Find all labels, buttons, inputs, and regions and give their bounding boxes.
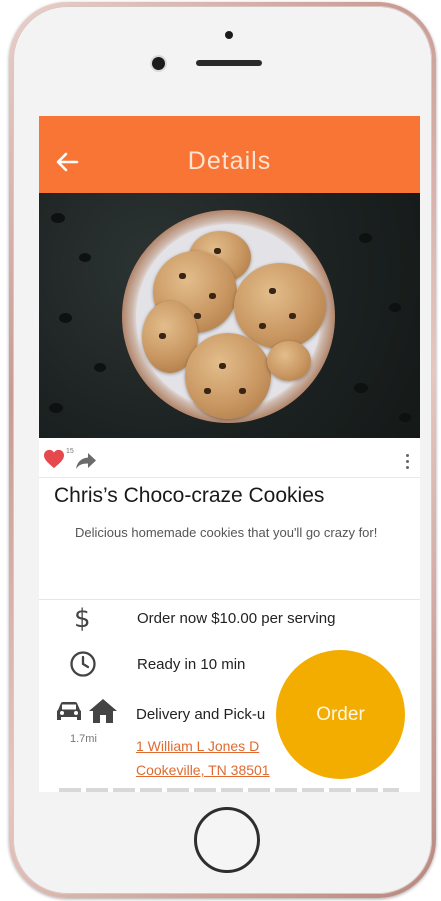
item-description: Delicious homemade cookies that you'll g…: [75, 525, 378, 540]
car-icon: [57, 702, 81, 720]
camera-dot: [225, 31, 233, 39]
app-bar: Details: [39, 116, 420, 193]
cookie-photo: [39, 193, 420, 438]
distance-text: 1.7mi: [70, 733, 97, 745]
like-count: 15: [66, 448, 74, 455]
address-line-1-link[interactable]: 1 William L Jones D: [136, 738, 259, 754]
more-vert-icon[interactable]: [405, 454, 410, 472]
address-line-2-link[interactable]: Cookeville, TN 38501: [136, 762, 270, 778]
earpiece-speaker: [196, 60, 262, 66]
divider: [39, 599, 420, 600]
ready-time-text: Ready in 10 min: [137, 656, 246, 673]
price-text: Order now $10.00 per serving: [137, 610, 336, 627]
clock-icon: [70, 651, 96, 677]
action-row: 15: [39, 438, 420, 478]
delivery-text: Delivery and Pick-u: [136, 706, 266, 723]
truncated-content: [59, 788, 399, 792]
dollar-icon: $: [74, 604, 91, 634]
order-button[interactable]: Order: [276, 650, 405, 779]
house-icon: [89, 699, 117, 723]
heart-icon[interactable]: [43, 449, 65, 469]
page-title: Details: [187, 147, 272, 175]
share-icon[interactable]: [75, 452, 97, 470]
front-camera: [152, 57, 165, 70]
item-title: Chris’s Choco-craze Cookies: [54, 484, 325, 507]
home-button[interactable]: [194, 807, 260, 873]
